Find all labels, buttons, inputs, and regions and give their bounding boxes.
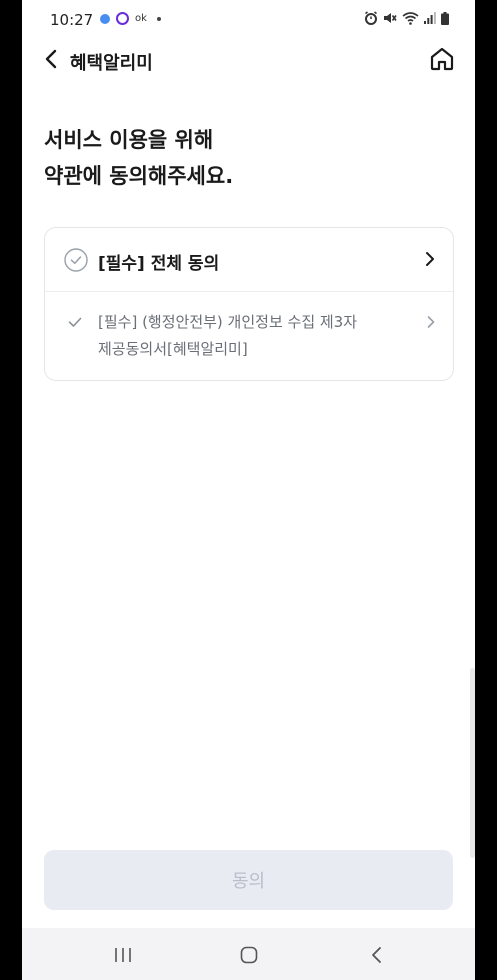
more-notifications-icon [156, 16, 161, 21]
status-bar: 10:27 ok [22, 0, 475, 40]
signal-icon [424, 12, 436, 24]
system-nav-bar [22, 928, 475, 980]
heading-line-1: 서비스 이용을 위해 [44, 128, 214, 152]
consent-card: [필수] 전체 동의 [필수] (행정안전부) 개인정보 수집 제3자 제공동의… [44, 227, 454, 381]
page-title: 혜택알리미 [70, 53, 153, 74]
agree-all-row[interactable]: [필수] 전체 동의 [45, 228, 453, 291]
consent-item-row[interactable]: [필수] (행정안전부) 개인정보 수집 제3자 제공동의서[혜택알리미] [45, 292, 453, 380]
home-icon[interactable] [429, 46, 455, 72]
chevron-left-icon[interactable] [40, 47, 64, 71]
heading-line-2: 약관에 동의해주세요. [44, 164, 234, 188]
check-icon[interactable] [67, 314, 83, 330]
wifi-icon [402, 12, 419, 25]
notification-ring-icon [116, 12, 129, 25]
alarm-icon [365, 11, 377, 25]
circle-check-icon[interactable] [64, 248, 88, 272]
screen: 10:27 ok 혜택알리미 서비스 이용을 위해 약관에 동의해주세요. [필… [22, 0, 475, 980]
nav-home-icon[interactable] [240, 946, 258, 964]
battery-icon [441, 11, 449, 25]
nav-back-icon[interactable] [369, 946, 385, 964]
agree-button[interactable]: 동의 [44, 850, 453, 910]
chevron-right-icon[interactable] [421, 250, 439, 268]
ok-icon: ok [135, 13, 147, 24]
recent-apps-icon[interactable] [113, 946, 133, 964]
mute-icon [384, 13, 397, 23]
edge-panel-handle[interactable] [470, 668, 475, 858]
notification-icons: ok [100, 12, 161, 25]
consent-heading: 서비스 이용을 위해 약관에 동의해주세요. [44, 122, 233, 194]
agree-all-label: [필수] 전체 동의 [98, 254, 220, 274]
chevron-right-icon[interactable] [423, 314, 439, 330]
notification-app-icon [100, 13, 110, 24]
status-time: 10:27 [50, 11, 94, 29]
system-icons [364, 11, 449, 25]
app-header: 혜택알리미 [22, 40, 475, 80]
consent-item-label: [필수] (행정안전부) 개인정보 수집 제3자 제공동의서[혜택알리미] [98, 313, 358, 358]
